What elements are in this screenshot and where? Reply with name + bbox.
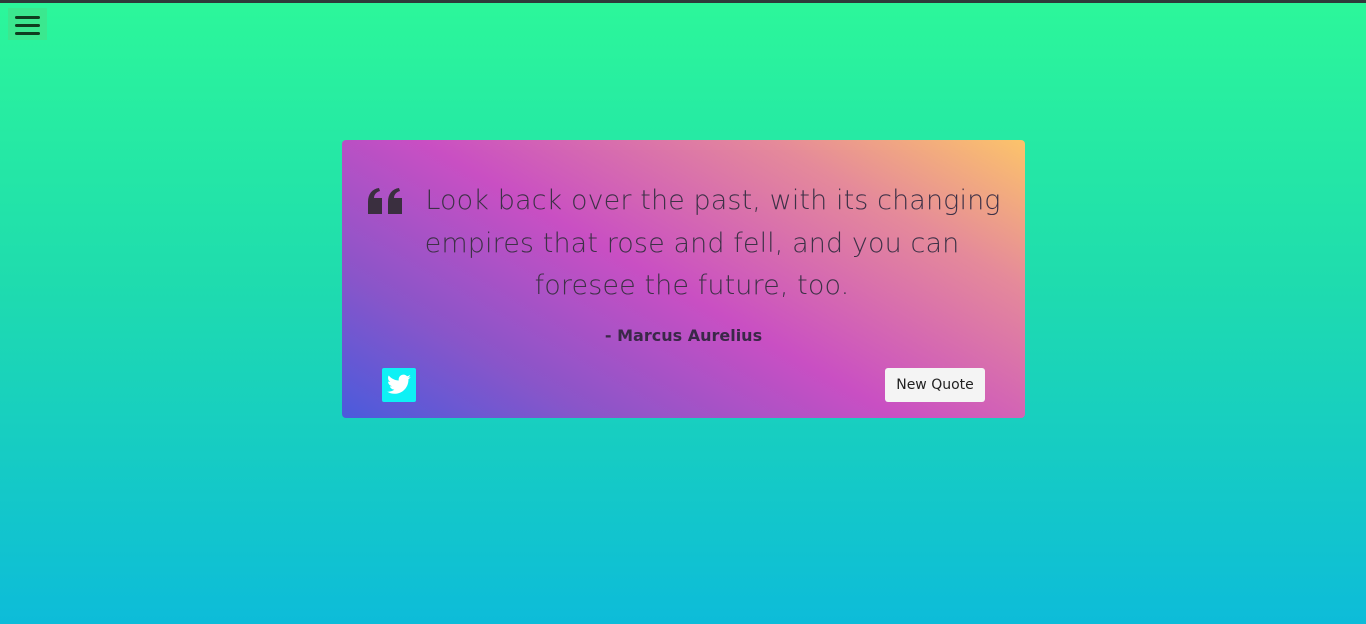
quote-text-content: Look back over the past, with its changi… bbox=[424, 185, 1001, 301]
new-quote-button[interactable]: New Quote bbox=[885, 368, 985, 402]
quote-author: - Marcus Aurelius bbox=[604, 326, 763, 345]
quote-text: Look back over the past, with its changi… bbox=[382, 180, 1002, 308]
hamburger-menu-icon-bar bbox=[15, 32, 40, 35]
tweet-button[interactable] bbox=[382, 368, 416, 402]
hamburger-menu-icon-bar bbox=[15, 24, 40, 27]
hamburger-menu-icon bbox=[15, 16, 40, 19]
quote-card: Look back over the past, with its changi… bbox=[342, 140, 1025, 418]
twitter-icon bbox=[387, 374, 411, 394]
menu-button[interactable] bbox=[8, 8, 47, 40]
top-border bbox=[0, 0, 1366, 3]
